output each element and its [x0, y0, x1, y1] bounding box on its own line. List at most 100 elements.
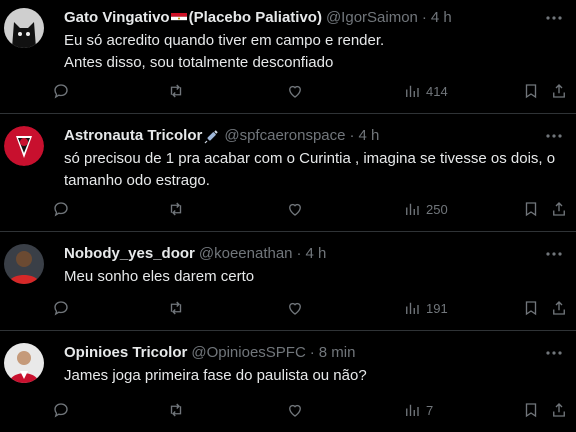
avatar[interactable]: [4, 343, 44, 383]
like-button[interactable]: [286, 298, 304, 318]
tweet[interactable]: Gato Vingativo (Placebo Paliativo) @Igor…: [0, 0, 576, 114]
bookmark-button[interactable]: [522, 199, 540, 219]
tweet[interactable]: Opinioes Tricolor @OpinioesSPFC · 8 min …: [0, 331, 576, 432]
separator-dot: ·: [349, 127, 355, 144]
reply-icon: [54, 202, 68, 217]
reply-button[interactable]: [52, 400, 70, 420]
timestamp[interactable]: 8 min: [319, 343, 356, 363]
heart-icon: [289, 203, 301, 216]
separator-dot: ·: [421, 9, 427, 26]
views-button[interactable]: 7: [403, 400, 433, 420]
bookmark-icon: [525, 202, 537, 217]
tweet-actions: 191: [52, 298, 576, 318]
user-handle[interactable]: @spfcaeronspace: [224, 126, 345, 146]
timestamp[interactable]: 4 h: [306, 244, 327, 264]
reply-icon: [54, 84, 68, 99]
spfc-avatar-icon: [4, 126, 44, 166]
tweet-actions: 414: [52, 81, 576, 101]
views-count: 414: [426, 83, 448, 99]
reply-button[interactable]: [52, 298, 70, 318]
like-button[interactable]: [286, 199, 304, 219]
more-options-icon[interactable]: [544, 8, 564, 28]
share-icon: [553, 301, 565, 315]
tweet[interactable]: Nobody_yes_door @koeenathan · 4 h Meu so…: [0, 232, 576, 331]
views-button[interactable]: 414: [403, 81, 448, 101]
timestamp[interactable]: 4 h: [359, 126, 380, 146]
heart-icon: [289, 404, 301, 417]
share-button[interactable]: [550, 81, 568, 101]
display-name[interactable]: Gato Vingativo: [64, 8, 170, 28]
egypt-flag-icon: [170, 12, 187, 24]
profile-avatar-icon: [4, 343, 44, 383]
retweet-button[interactable]: [167, 199, 185, 219]
retweet-icon: [170, 403, 182, 417]
tweet-text-line: Meu sonho eles darem certo: [64, 268, 255, 285]
display-name-suffix[interactable]: (Placebo Paliativo): [189, 8, 322, 28]
user-handle[interactable]: @IgorSaimon: [326, 8, 418, 28]
views-count: 191: [426, 300, 448, 316]
analytics-icon: [406, 404, 419, 416]
tweet-actions: 7: [52, 400, 576, 420]
like-button[interactable]: [286, 400, 304, 420]
views-button[interactable]: 191: [403, 298, 448, 318]
avatar[interactable]: [4, 244, 44, 284]
tweet-text-line: James joga primeira fase do paulista ou …: [64, 367, 367, 384]
user-handle[interactable]: @koeenathan: [199, 244, 293, 264]
tweet-text: Eu só acredito quando tiver em campo e r…: [64, 30, 560, 74]
retweet-button[interactable]: [167, 400, 185, 420]
tweet-header: Astronauta Tricolor @spfcaeronspace · 4 …: [64, 126, 560, 146]
retweet-icon: [170, 202, 182, 216]
more-options-icon[interactable]: [544, 126, 564, 146]
separator-dot: ·: [296, 245, 302, 262]
tweet-text-line: tamanho odo estrago.: [64, 172, 210, 189]
views-button[interactable]: 250: [403, 199, 448, 219]
timestamp[interactable]: 4 h: [431, 8, 452, 28]
tweet-text: Meu sonho eles darem certo: [64, 266, 560, 288]
tweet-text-line: Antes disso, sou totalmente desconfiado: [64, 54, 334, 71]
share-button[interactable]: [550, 298, 568, 318]
avatar[interactable]: [4, 126, 44, 166]
tweet-header: Gato Vingativo (Placebo Paliativo) @Igor…: [64, 8, 560, 28]
share-button[interactable]: [550, 199, 568, 219]
bookmark-button[interactable]: [522, 298, 540, 318]
user-handle[interactable]: @OpinioesSPFC: [191, 343, 305, 363]
bookmark-icon: [525, 403, 537, 418]
analytics-icon: [406, 85, 419, 97]
retweet-button[interactable]: [167, 298, 185, 318]
retweet-icon: [170, 301, 182, 315]
more-options-icon[interactable]: [544, 343, 564, 363]
heart-icon: [289, 302, 301, 315]
reply-button[interactable]: [52, 81, 70, 101]
reply-icon: [54, 301, 68, 316]
tweet-text-line: só precisou de 1 pra acabar com o Curint…: [64, 150, 556, 167]
reply-button[interactable]: [52, 199, 70, 219]
retweet-button[interactable]: [167, 81, 185, 101]
share-icon: [553, 403, 565, 417]
like-button[interactable]: [286, 81, 304, 101]
display-name[interactable]: Opinioes Tricolor: [64, 343, 187, 363]
player-avatar-icon: [4, 244, 44, 284]
bookmark-icon: [525, 301, 537, 316]
analytics-icon: [406, 203, 419, 215]
tweet-text-line: Eu só acredito quando tiver em campo e r…: [64, 32, 385, 49]
more-options-icon[interactable]: [544, 244, 564, 264]
analytics-icon: [406, 302, 419, 314]
tweet-header: Nobody_yes_door @koeenathan · 4 h: [64, 244, 560, 264]
separator-dot: ·: [309, 344, 315, 361]
bookmark-button[interactable]: [522, 400, 540, 420]
display-name[interactable]: Astronauta Tricolor: [64, 126, 202, 146]
tweet[interactable]: Astronauta Tricolor @spfcaeronspace · 4 …: [0, 114, 576, 232]
tweet-text: só precisou de 1 pra acabar com o Curint…: [64, 148, 560, 192]
share-icon: [553, 202, 565, 216]
tweet-text: James joga primeira fase do paulista ou …: [64, 365, 560, 387]
share-button[interactable]: [550, 400, 568, 420]
avatar[interactable]: [4, 8, 44, 48]
retweet-icon: [170, 84, 182, 98]
bookmark-icon: [525, 84, 537, 99]
views-count: 7: [426, 402, 434, 418]
share-icon: [553, 84, 565, 98]
bookmark-button[interactable]: [522, 81, 540, 101]
syringe-icon: [204, 130, 219, 144]
tweet-header: Opinioes Tricolor @OpinioesSPFC · 8 min: [64, 343, 560, 363]
display-name[interactable]: Nobody_yes_door: [64, 244, 195, 264]
